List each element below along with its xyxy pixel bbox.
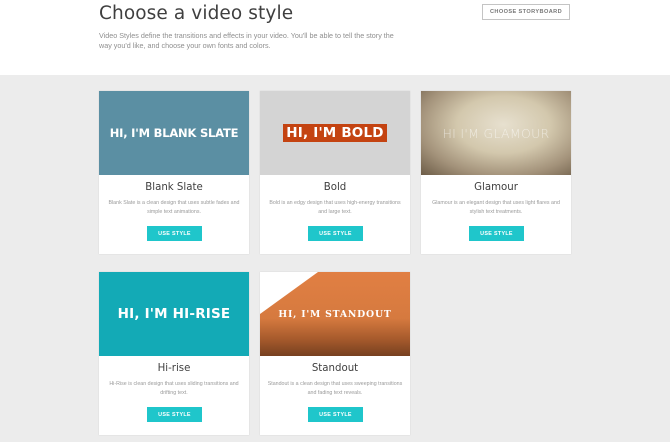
use-style-button-bold[interactable]: USE STYLE: [308, 226, 363, 241]
page-title: Choose a video style: [99, 3, 294, 24]
choose-storyboard-button[interactable]: CHOOSE STORYBOARD: [482, 4, 570, 20]
style-thumbnail-blank-slate[interactable]: HI, I'M BLANK SLATE: [99, 91, 249, 175]
style-card-standout: HI, I'M STANDOUT Standout Standout is a …: [260, 272, 410, 435]
use-style-button-hi-rise[interactable]: USE STYLE: [147, 407, 202, 422]
thumbnail-text: HI, I'M BLANK SLATE: [109, 126, 239, 140]
use-style-button-standout[interactable]: USE STYLE: [308, 407, 363, 422]
style-description: Glamour is an elegant design that uses l…: [432, 200, 560, 215]
use-style-button-glamour[interactable]: USE STYLE: [469, 226, 524, 241]
page-header: Choose a video style Video Styles define…: [0, 0, 670, 75]
thumbnail-text: HI, I'M HI-RISE: [117, 306, 231, 322]
style-name: Glamour: [474, 182, 518, 193]
use-style-button-blank-slate[interactable]: USE STYLE: [147, 226, 202, 241]
style-description: Bold is an edgy design that uses high-en…: [269, 200, 401, 215]
thumbnail-text: HI, I'M STANDOUT: [278, 308, 392, 320]
style-name: Blank Slate: [145, 182, 203, 193]
page-subtitle: Video Styles define the transitions and …: [99, 31, 394, 51]
style-card-blank-slate: HI, I'M BLANK SLATE Blank Slate Blank Sl…: [99, 91, 249, 254]
style-thumbnail-standout[interactable]: HI, I'M STANDOUT: [260, 272, 410, 356]
style-name: Standout: [311, 363, 359, 374]
style-name: Hi-rise: [157, 363, 191, 374]
style-thumbnail-hi-rise[interactable]: HI, I'M HI-RISE: [99, 272, 249, 356]
style-card-hi-rise: HI, I'M HI-RISE Hi-rise Hi-Rise is clean…: [99, 272, 249, 435]
thumbnail-text: HI I'M GLAMOUR: [442, 125, 550, 141]
style-thumbnail-glamour[interactable]: HI I'M GLAMOUR: [421, 91, 571, 175]
style-description: Standout is a clean design that uses swe…: [267, 381, 403, 396]
style-card-glamour: HI I'M GLAMOUR Glamour Glamour is an ele…: [421, 91, 571, 254]
style-description: Blank Slate is a clean design that uses …: [108, 200, 240, 215]
style-thumbnail-bold[interactable]: HI, I'M BOLD: [260, 91, 410, 175]
style-name: Bold: [323, 182, 347, 193]
style-description: Hi-Rise is clean design that uses slidin…: [109, 381, 239, 396]
thumbnail-text: HI, I'M BOLD: [283, 124, 387, 142]
style-card-bold: HI, I'M BOLD Bold Bold is an edgy design…: [260, 91, 410, 254]
